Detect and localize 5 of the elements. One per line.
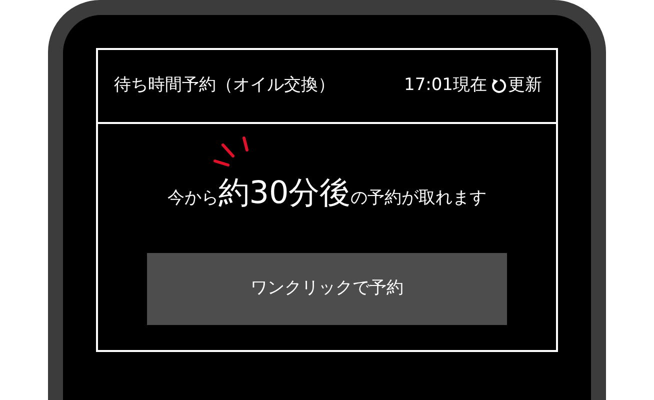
refresh-button[interactable]: 更新: [491, 73, 542, 99]
reserve-button[interactable]: ワンクリックで予約: [147, 252, 507, 324]
availability-message: 今から約30分後の予約が取れます: [167, 174, 487, 213]
panel-title: 待ち時間予約（オイル交換）: [114, 74, 335, 98]
update-time: 17:01現在: [404, 74, 487, 98]
